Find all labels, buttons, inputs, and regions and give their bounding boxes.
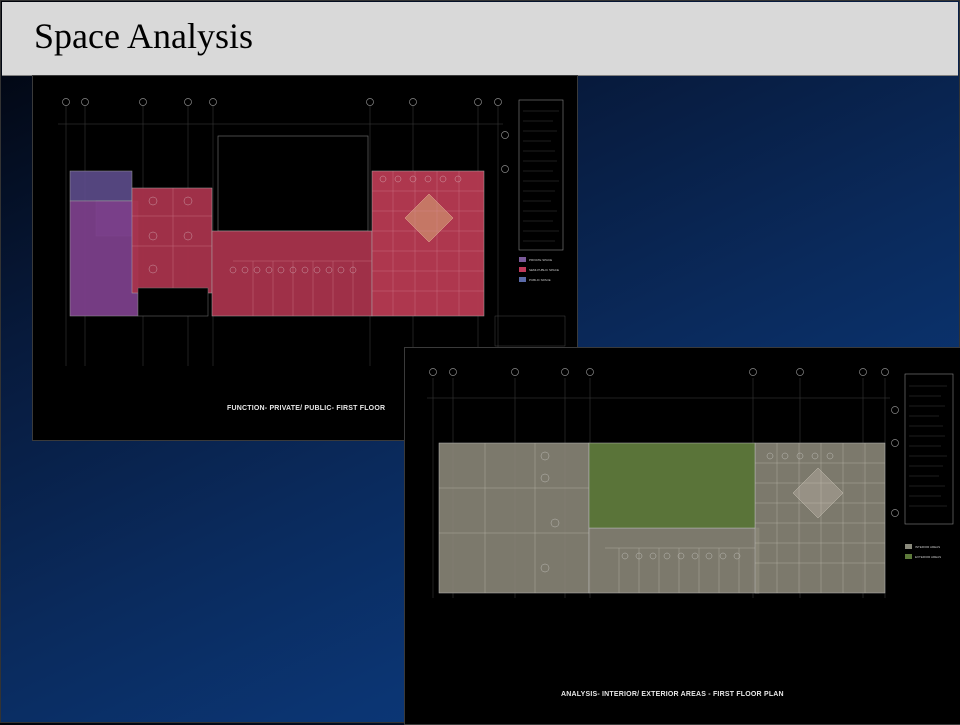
slide: Space Analysis PRIVATE SPACE SEMI-PUBLIC… [0,0,960,725]
legend-swatch-private [519,257,526,262]
private-zone-a [69,170,133,202]
legend-swatch-interior [905,544,912,549]
sheet-notes-box [904,373,954,525]
legend-label-private: PRIVATE SPACE [529,258,553,262]
public-zone-center [211,230,373,317]
public-zone-west [131,187,213,294]
floor-plan-interior-exterior-svg [427,368,954,598]
legend-label-interior: INTERIOR AREAS [915,545,941,549]
interior-area-west [438,442,590,594]
sheet-notes-box [518,99,564,251]
admin-zone [69,200,139,317]
drawing-caption: ANALYSIS- INTERIOR/ EXTERIOR AREAS - FIR… [561,691,784,698]
title-bar: Space Analysis [2,2,958,76]
legend-label-exterior: EXTERIOR AREAS [915,555,942,559]
legend-swatch-semi-public [519,267,526,272]
legend-swatch-exterior [905,554,912,559]
legend-label-semi-public: SEMI-PUBLIC SPACE [529,268,559,272]
slide-title: Space Analysis [34,16,253,56]
drawing-caption: FUNCTION- PRIVATE/ PUBLIC- FIRST FLOOR [227,405,386,412]
interior-area-center [588,527,760,594]
public-zone-east [371,170,485,317]
legend-label-public: PUBLIC SPACE [529,278,551,282]
interior-area-east [754,442,886,594]
legend-swatch-public [519,277,526,282]
exterior-courtyard [588,442,756,529]
floor-plan-interior-exterior: INTERIOR AREAS EXTERIOR AREAS ANALYSIS- … [404,347,960,725]
